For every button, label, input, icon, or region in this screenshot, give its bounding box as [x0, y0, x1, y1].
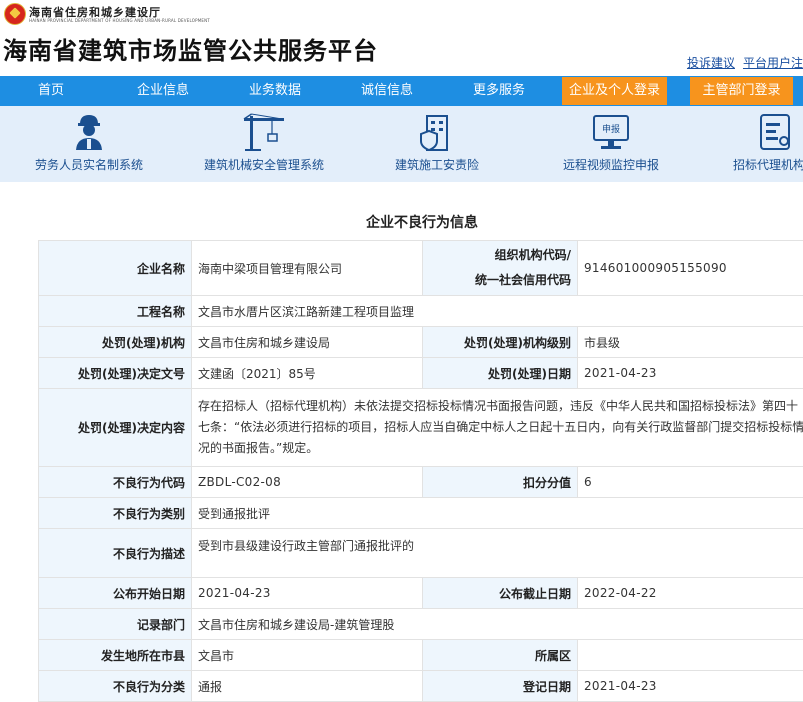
company-name-label: 企业名称: [38, 240, 192, 296]
main-nav: 首页 企业信息 业务数据 诚信信息 更多服务 企业及个人登录 主管部门登录: [0, 76, 803, 106]
nav-enterprise-info[interactable]: 企业信息: [112, 76, 214, 106]
decision-content-text: 存在招标人（招标代理机构）未依法提交招标投标情况书面报告问题，违反《中华人民共和…: [198, 399, 803, 455]
score-label: 扣分分值: [422, 466, 578, 498]
publish-start-value: 2021-04-23: [191, 577, 423, 609]
site-header: 海南省住房和城乡建设厅 HAINAN PROVINCIAL DEPARTMENT…: [0, 0, 803, 76]
decision-content-label: 处罚(处理)决定内容: [38, 388, 192, 467]
table-row: 不良行为分类 通报 登记日期 2021-04-23: [38, 670, 803, 702]
penalty-level-value: 市县级: [577, 326, 803, 358]
monitor-report-icon: 申报: [593, 115, 629, 149]
record-dept-value: 文昌市住房和城乡建设局-建筑管理股: [191, 608, 803, 640]
table-row: 记录部门 文昌市住房和城乡建设局-建筑管理股: [38, 608, 803, 640]
org-code-label: 组织机构代码/统一社会信用代码: [422, 240, 578, 296]
behavior-code-label: 不良行为代码: [38, 466, 192, 498]
penalty-org-label: 处罚(处理)机构: [38, 326, 192, 358]
site-title: 海南省建筑市场监管公共服务平台: [3, 37, 378, 65]
classification-label: 不良行为分类: [38, 670, 192, 702]
decision-content-value: 存在招标人（招标代理机构）未依法提交招标投标情况书面报告问题，违反《中华人民共和…: [191, 388, 803, 467]
penalty-org-value: 文昌市住房和城乡建设局: [191, 326, 423, 358]
decision-no-label: 处罚(处理)决定文号: [38, 357, 192, 389]
enterprise-personal-login-button[interactable]: 企业及个人登录: [562, 77, 667, 105]
score-value: 6: [577, 466, 803, 498]
services-bar: 劳务人员实名制系统 建筑机械安全管理系统 建筑施工安责险 申报 远程视频监控申报…: [0, 106, 803, 182]
top-links: 投诉建议 平台用户注: [679, 54, 803, 71]
admin-login-button[interactable]: 主管部门登录: [690, 77, 793, 105]
behavior-description-value: 受到市县级建设行政主管部门通报批评的: [191, 528, 803, 578]
record-dept-label: 记录部门: [38, 608, 192, 640]
worker-icon: [76, 115, 102, 150]
table-row: 不良行为代码 ZBDL-C02-08 扣分分值 6: [38, 466, 803, 498]
building-shield-icon: [420, 115, 448, 152]
city-value: 文昌市: [191, 639, 423, 671]
nav-business-data[interactable]: 业务数据: [224, 76, 326, 106]
table-row: 处罚(处理)机构 文昌市住房和城乡建设局 处罚(处理)机构级别 市县级: [38, 326, 803, 358]
district-value: [577, 639, 803, 671]
nav-more-services[interactable]: 更多服务: [448, 76, 550, 106]
penalty-date-value: 2021-04-23: [577, 357, 803, 389]
service-label: 劳务人员实名制系统: [34, 158, 143, 172]
behavior-category-value: 受到通报批评: [191, 497, 803, 529]
org-code-label-line1: 组织机构代码/: [494, 248, 571, 262]
publish-start-label: 公布开始日期: [38, 577, 192, 609]
project-name-label: 工程名称: [38, 295, 192, 327]
department-name-en: HAINAN PROVINCIAL DEPARTMENT OF HOUSING …: [29, 18, 210, 23]
register-date-label: 登记日期: [422, 670, 578, 702]
nav-home[interactable]: 首页: [0, 76, 102, 106]
nav-credit-info[interactable]: 诚信信息: [336, 76, 438, 106]
org-code-label-line2: 统一社会信用代码: [474, 273, 571, 287]
table-row: 企业名称 海南中梁项目管理有限公司 组织机构代码/统一社会信用代码 914601…: [38, 240, 803, 296]
decision-no-value: 文建函〔2021〕85号: [191, 357, 423, 389]
penalty-date-label: 处罚(处理)日期: [422, 357, 578, 389]
bad-behavior-info-table: 企业名称 海南中梁项目管理有限公司 组织机构代码/统一社会信用代码 914601…: [38, 240, 803, 702]
table-row: 处罚(处理)决定文号 文建函〔2021〕85号 处罚(处理)日期 2021-04…: [38, 357, 803, 389]
behavior-description-label: 不良行为描述: [38, 528, 192, 578]
register-date-value: 2021-04-23: [577, 670, 803, 702]
publish-end-value: 2022-04-22: [577, 577, 803, 609]
district-label: 所属区: [422, 639, 578, 671]
service-construction-insurance[interactable]: 建筑施工安责险: [372, 106, 502, 182]
service-machinery-safety[interactable]: 建筑机械安全管理系统: [195, 106, 333, 182]
org-code-value: 914601000905155090: [577, 240, 803, 296]
page-title: 企业不良行为信息: [366, 215, 478, 231]
service-label: 招标代理机构信: [732, 158, 803, 172]
classification-value: 通报: [191, 670, 423, 702]
service-bidding-agency[interactable]: 招标代理机构信: [715, 106, 803, 182]
national-emblem-icon: [4, 3, 26, 25]
svg-text:申报: 申报: [602, 123, 620, 135]
table-row: 不良行为类别 受到通报批评: [38, 497, 803, 529]
city-label: 发生地所在市县: [38, 639, 192, 671]
tower-crane-icon: [243, 113, 284, 151]
penalty-level-label: 处罚(处理)机构级别: [422, 326, 578, 358]
document-icon: [760, 114, 790, 150]
behavior-code-value: ZBDL-C02-08: [191, 466, 423, 498]
complaint-link[interactable]: 投诉建议: [687, 56, 735, 70]
project-name-value: 文昌市水厝片区滨江路新建工程项目监理: [191, 295, 803, 327]
company-name-value: 海南中梁项目管理有限公司: [191, 240, 423, 296]
table-row: 公布开始日期 2021-04-23 公布截止日期 2022-04-22: [38, 577, 803, 609]
table-row: 不良行为描述 受到市县级建设行政主管部门通报批评的: [38, 528, 803, 578]
service-worker-realname[interactable]: 劳务人员实名制系统: [20, 106, 158, 182]
service-remote-video[interactable]: 申报 远程视频监控申报: [545, 106, 677, 182]
service-label: 建筑机械安全管理系统: [203, 158, 324, 172]
table-row: 工程名称 文昌市水厝片区滨江路新建工程项目监理: [38, 295, 803, 327]
table-row: 发生地所在市县 文昌市 所属区: [38, 639, 803, 671]
user-register-link[interactable]: 平台用户注: [743, 56, 803, 70]
publish-end-label: 公布截止日期: [422, 577, 578, 609]
table-row: 处罚(处理)决定内容 存在招标人（招标代理机构）未依法提交招标投标情况书面报告问…: [38, 388, 803, 467]
service-label: 远程视频监控申报: [562, 158, 659, 172]
behavior-category-label: 不良行为类别: [38, 497, 192, 529]
service-label: 建筑施工安责险: [394, 158, 479, 172]
